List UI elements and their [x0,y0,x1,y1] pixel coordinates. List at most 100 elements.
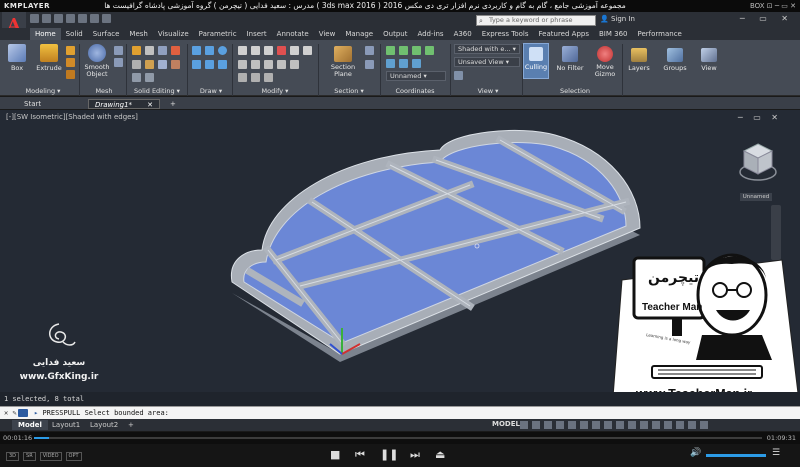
tab-manage[interactable]: Manage [340,28,378,40]
playlist-icon[interactable]: ☰ [772,448,780,458]
file-tab-drawing1[interactable]: Drawing1* ✕ [88,99,160,109]
close-command-icon[interactable]: ✕ ✎ [4,407,17,419]
ucs-icon[interactable] [386,46,395,55]
ucs-icon[interactable] [386,59,395,68]
eject-button[interactable]: ⏏ [435,448,445,461]
mesh-tool-icon[interactable] [114,58,123,67]
panel-label-selection[interactable]: Selection [540,87,610,95]
new-tab-button[interactable]: + [164,99,182,109]
ortho-toggle-icon[interactable] [544,421,552,429]
customization-icon[interactable] [700,421,708,429]
command-line[interactable]: ✕ ✎ ▸ PRESSPULL Select bounded area: [0,406,800,419]
modify-tool-icon[interactable] [303,46,312,55]
tab-visualize[interactable]: Visualize [153,28,194,40]
snap-toggle-icon[interactable] [532,421,540,429]
file-tab-start[interactable]: Start [18,99,47,109]
revolve-icon[interactable] [66,46,75,55]
units-icon[interactable] [652,421,660,429]
erase-icon[interactable] [277,46,286,55]
previous-button[interactable]: ⏮ [355,448,365,462]
arc-icon[interactable] [192,60,201,69]
panel-label-draw[interactable]: Draw ▾ [192,87,230,95]
solid-edit-icon[interactable] [132,60,141,69]
panel-label-coordinates[interactable]: Coordinates [382,87,448,95]
hardware-acceleration-icon[interactable] [676,421,684,429]
close-icon[interactable]: ✕ [147,100,153,110]
ucs-icon[interactable] [399,59,408,68]
slice-icon[interactable] [171,46,180,55]
solid-edit-icon[interactable] [171,60,180,69]
lineweight-toggle-icon[interactable] [592,421,600,429]
mirror-icon[interactable] [251,60,260,69]
subtract-icon[interactable] [145,46,154,55]
acad-window-controls[interactable]: ─ ▭ ✕ [740,14,794,23]
section-plane-button[interactable]: Section Plane [326,46,360,78]
player-video-button[interactable]: VIDEO [39,452,62,461]
player-3d-button[interactable]: 3D [6,452,20,461]
tab-view[interactable]: View [314,28,341,40]
union-icon[interactable] [132,46,141,55]
volume-icon[interactable]: 🔊 [690,448,701,458]
search-input[interactable]: ⌕ Type a keyword or phrase [476,15,596,26]
move-icon[interactable] [238,46,247,55]
undo-icon[interactable] [90,14,99,23]
annotation-scale-icon[interactable] [628,421,636,429]
stop-button[interactable]: ■ [330,448,340,461]
new-icon[interactable] [30,14,39,23]
ucs-icon[interactable] [425,46,434,55]
viewcube[interactable] [738,138,778,188]
save-icon[interactable] [54,14,63,23]
tab-annotate[interactable]: Annotate [272,28,314,40]
layout-tab-layout1[interactable]: Layout1 [46,420,86,430]
layers-button[interactable]: Layers [626,48,652,72]
view-tool-icon[interactable] [454,71,463,80]
player-options-button[interactable]: OPT [65,452,82,461]
array-icon[interactable] [277,60,286,69]
tab-add-ins[interactable]: Add-ins [412,28,448,40]
modify-tool-icon[interactable] [251,73,260,82]
move-gizmo-button[interactable]: Move Gizmo [590,46,620,78]
stretch-icon[interactable] [264,46,273,55]
copy-icon[interactable] [251,46,260,55]
new-layout-button[interactable]: + [122,420,140,430]
next-button[interactable]: ⏭ [410,448,420,462]
pause-button[interactable]: ❚❚ [380,448,398,461]
mesh-tool-icon[interactable] [114,46,123,55]
coordinates-dropdown[interactable]: Unnamed ▾ [386,71,446,81]
tab-output[interactable]: Output [378,28,412,40]
loft-icon[interactable] [66,70,75,79]
sweep-icon[interactable] [66,58,75,67]
panel-label-view[interactable]: View ▾ [460,87,516,95]
ucs-icon[interactable] [412,59,421,68]
polyline-icon[interactable] [205,46,214,55]
no-filter-button[interactable]: No Filter [554,46,586,72]
player-window-controls[interactable]: BOX ⊡ ─ ▭ ✕ [750,0,796,12]
tab-a360[interactable]: A360 [449,28,477,40]
view-button[interactable]: View [696,48,722,72]
groups-button[interactable]: Groups [660,48,690,72]
selection-cycle-icon[interactable] [616,421,624,429]
redo-icon[interactable] [102,14,111,23]
tab-performance[interactable]: Performance [632,28,686,40]
tab-home[interactable]: Home [30,28,61,40]
modify-tool-icon[interactable] [290,46,299,55]
tab-mesh[interactable]: Mesh [124,28,152,40]
player-subtitle-button[interactable]: SR [23,452,36,461]
solid-edit-icon[interactable] [145,60,154,69]
polar-toggle-icon[interactable] [556,421,564,429]
tab-insert[interactable]: Insert [242,28,272,40]
tab-express-tools[interactable]: Express Tools [477,28,534,40]
tab-parametric[interactable]: Parametric [194,28,242,40]
draw-tool-icon[interactable] [218,60,227,69]
clean-screen-icon[interactable] [688,421,696,429]
isolate-objects-icon[interactable] [664,421,672,429]
rotate-icon[interactable] [238,60,247,69]
tab-surface[interactable]: Surface [88,28,125,40]
save-as-icon[interactable] [66,14,75,23]
section-tool-icon[interactable] [365,60,374,69]
circle-icon[interactable] [218,46,227,55]
extrude-button[interactable]: Extrude [34,44,64,72]
plot-icon[interactable] [78,14,87,23]
modify-tool-icon[interactable] [290,60,299,69]
culling-button[interactable]: Culling [523,43,549,79]
